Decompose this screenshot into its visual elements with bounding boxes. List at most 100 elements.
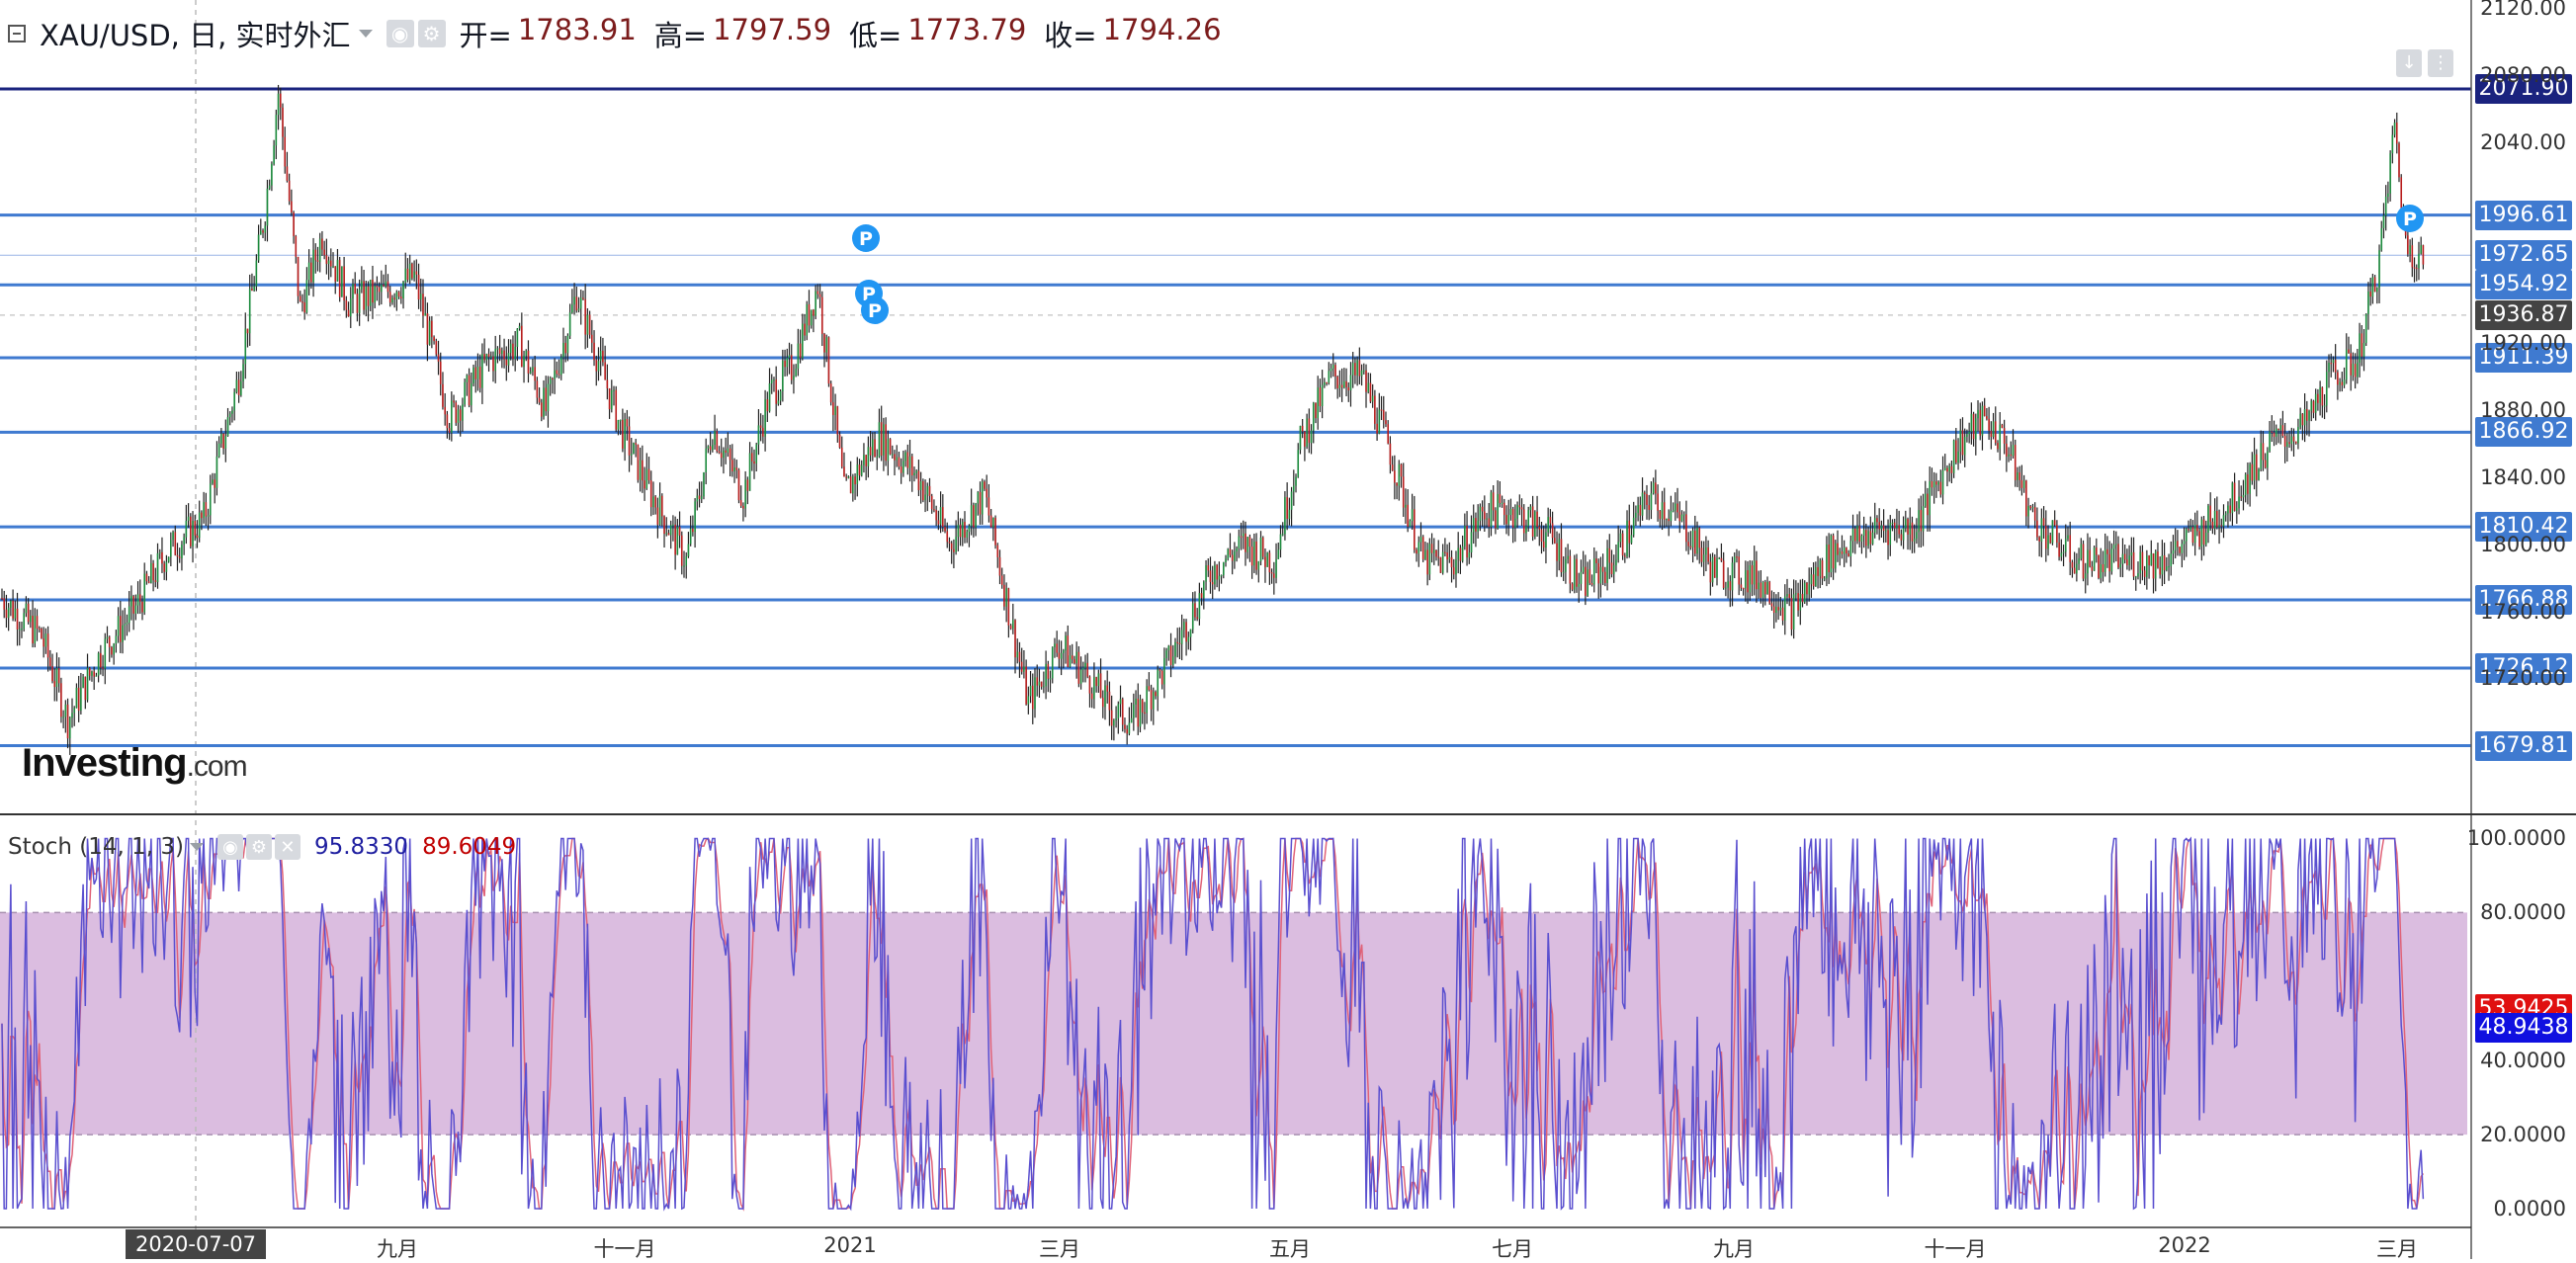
candle-body <box>2161 555 2164 575</box>
candle-body <box>2354 364 2357 378</box>
candle-body <box>2027 506 2029 517</box>
candle-body <box>2100 564 2103 578</box>
candle-body <box>2031 507 2034 509</box>
candle-body <box>926 485 929 495</box>
candle-body <box>2157 551 2159 568</box>
candle-body <box>489 356 492 358</box>
candle-body <box>1367 382 1370 392</box>
chart-legend: XAU/USD, 日, 实时外汇 ◉ ⚙ 开= 1783.91 高= 1797.59… <box>8 13 1222 54</box>
candle-body <box>521 325 523 368</box>
candle-body <box>251 289 253 291</box>
candle-body <box>1961 430 1964 456</box>
candle-body <box>1286 497 1288 519</box>
candle-body <box>1178 642 1181 644</box>
candle-body <box>1862 530 1865 537</box>
candle-body <box>303 302 305 313</box>
candle-body <box>1610 562 1613 575</box>
candle-body <box>575 296 578 311</box>
stoch-close-icon[interactable]: ✕ <box>274 834 301 860</box>
candle-body <box>1414 509 1416 550</box>
candle-body <box>1382 410 1385 421</box>
price-tag: 1996.61 <box>2475 200 2572 230</box>
candle-body <box>1694 530 1696 554</box>
chart-stage[interactable]: PPPP XAU/USD, 日, 实时外汇 ◉ ⚙ 开= 1783.91 高= 17… <box>0 0 2576 1261</box>
candle-body <box>1444 551 1446 553</box>
stoch-title[interactable]: Stoch (14, 1, 3) <box>8 834 184 860</box>
candle-body <box>1585 566 1587 596</box>
candle-body <box>944 527 946 532</box>
candle-body <box>768 382 771 412</box>
stoch-eye-icon[interactable]: ◉ <box>216 834 243 860</box>
symbol-title[interactable]: XAU/USD, 日, 实时外汇 <box>40 13 351 54</box>
candle-body <box>1497 493 1499 529</box>
candle-body <box>896 457 899 461</box>
stoch-chevron-down-icon[interactable] <box>189 843 204 851</box>
candle-body <box>906 452 909 468</box>
candle-body <box>2110 548 2113 572</box>
candle-body <box>257 234 260 261</box>
candle-body <box>1225 558 1227 562</box>
candle-body <box>2391 134 2394 154</box>
candle-body <box>692 528 694 533</box>
candle-body <box>1817 566 1819 576</box>
candle-body <box>1843 547 1846 554</box>
candle-body <box>246 328 249 334</box>
candle-body <box>1025 666 1027 705</box>
candle-body <box>426 312 429 345</box>
candle-body <box>1356 360 1358 376</box>
candle-body <box>725 450 727 453</box>
candle-body <box>2330 363 2333 365</box>
candle-body <box>226 417 229 437</box>
candle-body <box>316 260 319 262</box>
candle-body <box>1768 581 1771 604</box>
candle-body <box>2029 506 2032 509</box>
candle-body <box>852 476 854 494</box>
candle-body <box>1128 722 1131 734</box>
candle-body <box>554 370 556 379</box>
gear-icon[interactable]: ⚙ <box>417 20 446 47</box>
candle-body <box>1823 578 1826 580</box>
candle-body <box>30 616 32 623</box>
candle-body <box>354 284 357 295</box>
candle-body <box>729 448 731 461</box>
candle-body <box>2418 253 2420 269</box>
more-icon[interactable]: ⋮ <box>2428 49 2453 77</box>
candle-body <box>2323 405 2326 407</box>
download-icon[interactable]: ↓ <box>2396 49 2422 77</box>
candle-body <box>1573 558 1576 590</box>
candle-body <box>652 496 654 508</box>
candle-body <box>1075 651 1077 664</box>
candle-body <box>880 422 883 456</box>
stoch-axis-tick: 40.0000 <box>2480 1049 2566 1073</box>
candle-body <box>2222 515 2225 527</box>
candle-body <box>49 657 51 667</box>
candle-body <box>1795 593 1797 595</box>
candle-body <box>644 480 645 489</box>
candle-body <box>1148 686 1151 691</box>
collapse-icon[interactable] <box>8 25 26 42</box>
candle-body <box>240 380 242 395</box>
p-marker-label: P <box>868 300 882 322</box>
stoch-gear-icon[interactable]: ⚙ <box>245 834 272 860</box>
candle-body <box>1455 559 1457 575</box>
candle-body <box>1214 564 1216 585</box>
candle-body <box>571 304 573 313</box>
eye-icon[interactable]: ◉ <box>386 20 414 47</box>
candle-body <box>1297 450 1300 477</box>
candle-body <box>2038 537 2040 542</box>
candle-body <box>446 414 449 429</box>
candle-body <box>2286 442 2288 447</box>
candle-body <box>143 573 146 613</box>
candle-body <box>242 364 244 381</box>
chart-canvas[interactable]: PPPP <box>0 0 2576 1259</box>
candle-body <box>422 294 424 316</box>
candle-body <box>1628 520 1631 544</box>
candle-body <box>1775 607 1777 614</box>
candle-body <box>584 298 586 335</box>
candle-body <box>1641 492 1644 516</box>
chevron-down-icon[interactable] <box>358 30 373 38</box>
candle-body <box>910 456 913 476</box>
candle-body <box>1736 556 1738 558</box>
candle-body <box>183 537 185 546</box>
close-value: 1794.26 <box>1102 13 1222 46</box>
